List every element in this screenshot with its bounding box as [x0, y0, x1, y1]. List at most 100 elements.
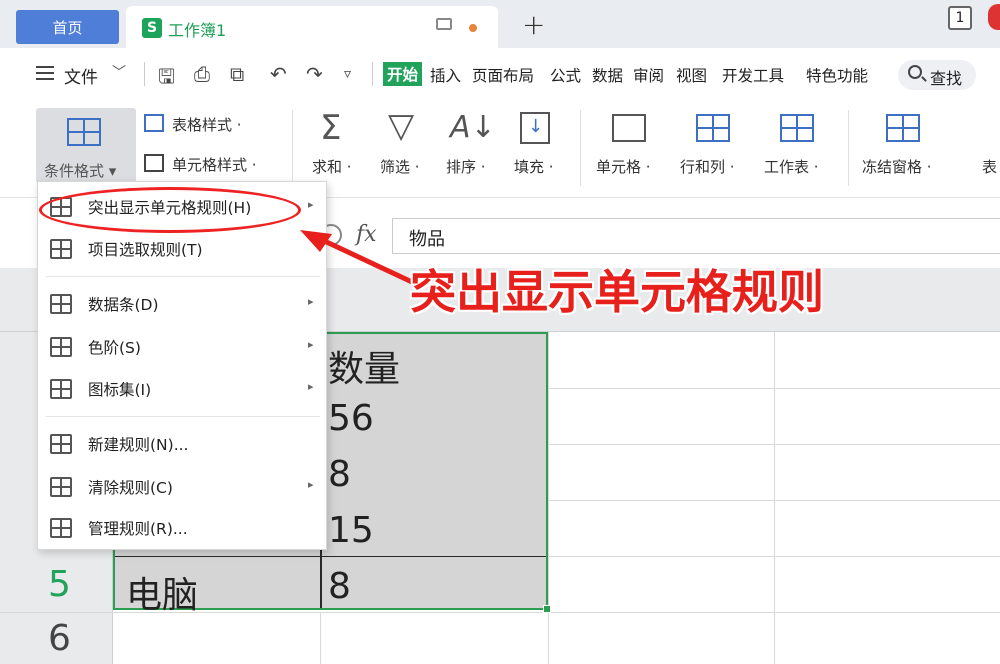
- sort-icon: A↓: [450, 110, 496, 145]
- highlight-ellipse: [39, 187, 301, 233]
- sum-icon: Σ: [320, 108, 342, 148]
- tab-page-layout[interactable]: 页面布局: [472, 64, 534, 86]
- tab-insert[interactable]: 插入: [430, 64, 461, 86]
- conditional-format-icon: [67, 118, 101, 146]
- print-preview-icon[interactable]: ⧉: [230, 62, 244, 86]
- submenu-arrow-icon: ▸: [308, 295, 314, 308]
- submenu-arrow-icon: ▸: [308, 380, 314, 393]
- conditional-format-label: 条件格式 ▾: [44, 162, 117, 180]
- menu-divider: [46, 416, 320, 417]
- menu-item-new-rule[interactable]: 新建规则(N)...: [38, 424, 328, 464]
- menu-item-label: 色阶(S): [88, 339, 141, 357]
- tab-bar: 首页 S 工作簿1 + 1: [0, 0, 1000, 48]
- tab-data[interactable]: 数据: [592, 64, 623, 86]
- grid-line: [320, 612, 321, 664]
- sum-button[interactable]: 求和 ·: [312, 156, 352, 177]
- conditional-format-button[interactable]: 条件格式 ▾: [36, 108, 136, 184]
- table-style-button[interactable]: 表格样式 ·: [172, 114, 242, 135]
- window-count-badge[interactable]: 1: [948, 6, 972, 30]
- color-scale-icon: [50, 337, 72, 357]
- menu-item-label: 管理规则(R)...: [88, 520, 188, 538]
- submenu-arrow-icon: ▸: [308, 198, 314, 211]
- spreadsheet-icon: S: [142, 18, 162, 38]
- top-rules-icon: [50, 239, 72, 259]
- monitor-icon[interactable]: [436, 18, 452, 30]
- cell-b4[interactable]: 15: [328, 510, 374, 551]
- tab-start[interactable]: 开始: [383, 62, 423, 86]
- cell-a5[interactable]: 电脑: [126, 566, 198, 618]
- file-menu[interactable]: 文件: [64, 63, 98, 88]
- customize-chevron-icon[interactable]: ▿: [344, 66, 351, 82]
- tab-home[interactable]: 首页: [16, 10, 119, 44]
- annotation-label: 突出显示单元格规则: [410, 265, 824, 319]
- row-number[interactable]: 5: [0, 564, 113, 605]
- menu-item-color-scales[interactable]: 色阶(S) ▸: [38, 327, 328, 367]
- print-icon[interactable]: ⎙: [194, 62, 210, 86]
- search-label: 查找: [930, 69, 963, 88]
- manage-rule-icon: [50, 518, 72, 538]
- menu-item-top-rules[interactable]: 项目选取规则(T): [38, 229, 328, 269]
- tab-formulas[interactable]: 公式: [550, 64, 581, 86]
- hamburger-icon[interactable]: [36, 66, 54, 80]
- undo-icon[interactable]: ↶: [270, 62, 287, 86]
- menu-item-label: 项目选取规则(T): [88, 241, 203, 259]
- divider: [144, 62, 145, 86]
- cell-b1[interactable]: 数量: [328, 340, 400, 392]
- cell-style-button[interactable]: 单元格样式 ·: [172, 154, 257, 175]
- grid-line: [774, 332, 775, 664]
- worksheet-icon: [780, 114, 814, 142]
- cell-b2[interactable]: 56: [328, 398, 374, 439]
- menu-item-label: 图标集(I): [88, 381, 152, 399]
- divider: [848, 110, 849, 186]
- menu-divider: [46, 276, 320, 277]
- new-rule-icon: [50, 434, 72, 454]
- fill-icon: ↓: [520, 112, 550, 144]
- unsaved-dot-icon: [469, 24, 477, 32]
- redo-icon[interactable]: ↷: [306, 62, 323, 86]
- tab-document[interactable]: S 工作簿1: [126, 6, 498, 48]
- freeze-panes-button[interactable]: 冻结窗格 ·: [862, 156, 932, 177]
- user-avatar[interactable]: [988, 4, 1000, 30]
- tab-developer[interactable]: 开发工具: [722, 64, 784, 86]
- cell-icon: [612, 114, 646, 142]
- cell-b3[interactable]: 8: [328, 454, 351, 495]
- fill-handle[interactable]: [543, 605, 551, 613]
- clear-rule-icon: [50, 477, 72, 497]
- chevron-down-icon[interactable]: ﹀: [112, 62, 126, 82]
- menu-item-clear-rules[interactable]: 清除规则(C) ▸: [38, 467, 328, 507]
- data-bar-icon: [50, 294, 72, 314]
- filter-button[interactable]: 筛选 ·: [380, 156, 420, 177]
- tab-view[interactable]: 视图: [676, 64, 707, 86]
- menu-item-manage-rules[interactable]: 管理规则(R)...: [38, 508, 328, 548]
- menu-item-label: 新建规则(N)...: [88, 436, 189, 454]
- tab-special[interactable]: 特色功能: [806, 64, 868, 86]
- cell-b5[interactable]: 8: [328, 566, 351, 607]
- search-button[interactable]: 查找: [898, 60, 976, 90]
- document-title: 工作簿1: [168, 21, 227, 40]
- fill-button[interactable]: 填充 ·: [514, 156, 554, 177]
- save-icon[interactable]: 🖫: [158, 62, 175, 96]
- tab-review[interactable]: 审阅: [633, 64, 664, 86]
- formula-input[interactable]: 物品: [392, 218, 1000, 254]
- grid-line: [548, 332, 549, 664]
- fx-icon[interactable]: fx: [356, 222, 377, 247]
- sort-button[interactable]: 排序 ·: [446, 156, 486, 177]
- submenu-arrow-icon: ▸: [308, 478, 314, 491]
- menu-item-label: 数据条(D): [88, 296, 159, 314]
- menu-item-icon-sets[interactable]: 图标集(I) ▸: [38, 369, 328, 409]
- menu-item-data-bars[interactable]: 数据条(D) ▸: [38, 284, 328, 324]
- cell-button[interactable]: 单元格 ·: [596, 156, 651, 177]
- row-number[interactable]: 6: [0, 618, 113, 659]
- rows-columns-button[interactable]: 行和列 ·: [680, 156, 735, 177]
- divider: [292, 110, 293, 186]
- conditional-format-menu: 突出显示单元格规则(H) ▸ 项目选取规则(T) 数据条(D) ▸ 色阶(S) …: [37, 181, 327, 550]
- menu-item-label: 清除规则(C): [88, 479, 173, 497]
- icon-set-icon: [50, 379, 72, 399]
- menu-bar: 文件 ﹀ 🖫 ⎙ ⧉ ↶ ↷ ▿ 开始 插入 页面布局 公式 数据 审阅 视图 …: [0, 48, 1000, 102]
- rows-columns-icon: [696, 114, 730, 142]
- submenu-arrow-icon: ▸: [308, 338, 314, 351]
- table-button[interactable]: 表: [982, 156, 997, 177]
- cell-border: [115, 556, 546, 557]
- new-tab-button[interactable]: +: [522, 8, 545, 41]
- worksheet-button[interactable]: 工作表 ·: [764, 156, 819, 177]
